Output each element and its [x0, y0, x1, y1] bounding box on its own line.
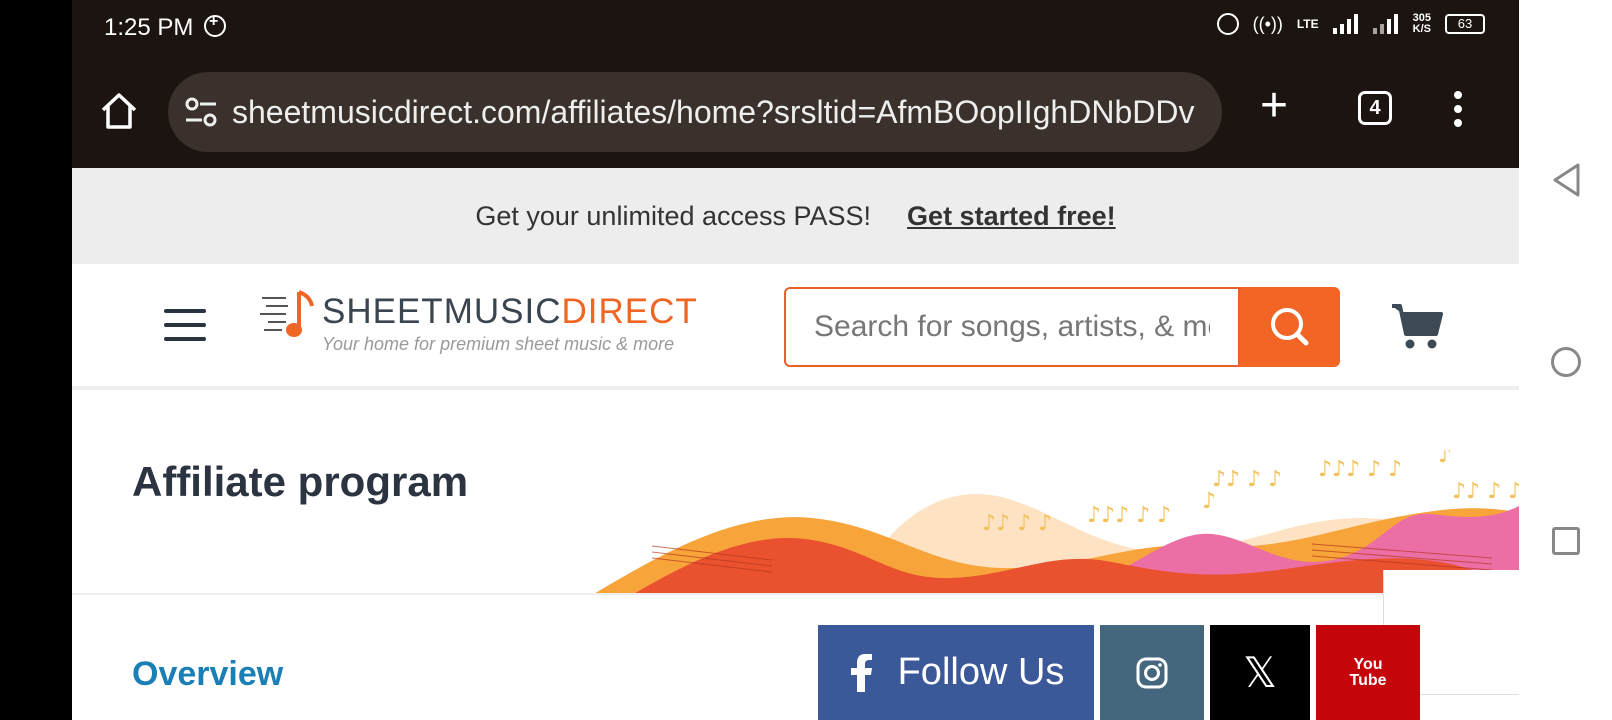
instagram-icon [1136, 657, 1168, 688]
cart-icon[interactable] [1390, 300, 1444, 352]
signal-icon-2 [1372, 14, 1399, 34]
svg-text:♪♪♪ ♪ ♪: ♪♪♪ ♪ ♪ [1318, 457, 1402, 482]
music-waves-illustration: ♪♪ ♪ ♪ ♪♪♪ ♪ ♪ ♪ ♪♪ ♪ ♪ ♪♪♪ ♪ ♪ ♪ ♪♪ ♪ ♪ [595, 450, 1519, 593]
alarm-icon [1216, 13, 1239, 35]
svg-text:♪♪ ♪ ♪: ♪♪ ♪ ♪ [1212, 467, 1282, 492]
home-icon[interactable] [98, 90, 140, 132]
signal-icon [1332, 14, 1359, 34]
search-button[interactable] [1240, 287, 1340, 367]
social-follow-bar: Follow Us 𝕏 You Tube [818, 625, 1420, 720]
search-icon [1271, 308, 1309, 346]
promo-banner: Get your unlimited access PASS! Get star… [72, 168, 1519, 264]
whatsapp-icon [204, 13, 226, 37]
follow-us-label: Follow Us [897, 651, 1065, 693]
browser-menu-icon[interactable] [1452, 91, 1464, 131]
home-nav-icon[interactable] [1551, 347, 1581, 377]
youtube-label-top: You [1353, 655, 1383, 673]
svg-text:♪♪ ♪ ♪: ♪♪ ♪ ♪ [982, 511, 1052, 536]
instagram-button[interactable] [1100, 625, 1204, 720]
recent-apps-icon[interactable] [1552, 527, 1580, 555]
overview-heading: Overview [132, 655, 284, 693]
svg-text:♪♪♪ ♪ ♪: ♪♪♪ ♪ ♪ [1087, 503, 1171, 528]
system-icons: ((•)) LTE 305 K/S 63 [1216, 13, 1485, 35]
youtube-icon: You Tube [1349, 655, 1387, 689]
svg-text:♪: ♪ [1202, 489, 1216, 514]
hamburger-menu-icon[interactable] [164, 309, 206, 341]
logo-tagline: Your home for premium sheet music & more [322, 334, 675, 354]
lte-indicator: LTE [1296, 16, 1319, 31]
page-title: Affiliate program [132, 458, 469, 505]
address-bar[interactable]: sheetmusicdirect.com/affiliates/home?srs… [168, 72, 1222, 152]
facebook-icon [850, 653, 872, 692]
status-time: 1:25 PM [104, 14, 194, 41]
promo-text: Get your unlimited access PASS! [475, 200, 872, 231]
hotspot-icon: ((•)) [1252, 13, 1283, 34]
new-tab-button[interactable]: + [1254, 82, 1294, 130]
logo-wordmark-part2: DIRECT [561, 292, 698, 331]
battery-icon: 63 [1445, 14, 1485, 34]
status-bar: 1:25 PM ((•)) LTE 305 K/S 63 [72, 0, 1519, 55]
android-nav-bar [1519, 0, 1612, 720]
speed-unit: K/S [1412, 23, 1431, 35]
back-icon[interactable] [1551, 162, 1581, 198]
x-twitter-button[interactable]: 𝕏 [1210, 625, 1310, 720]
search-box [784, 287, 1240, 367]
logo-wordmark: SHEETMUSICDIRECT [322, 292, 698, 332]
site-logo[interactable]: SHEETMUSICDIRECT Your home for premium s… [258, 288, 698, 358]
hero-banner: Affiliate program ♪♪ ♪ ♪ ♪♪♪ ♪ ♪ ♪ ♪♪ ♪ … [72, 390, 1519, 595]
get-started-link[interactable]: Get started free! [907, 201, 1116, 232]
svg-text:♪: ♪ [1438, 450, 1452, 468]
youtube-label-bottom: Tube [1349, 671, 1387, 689]
main-content: Overview Follow Us 𝕏 You Tube [72, 570, 1519, 720]
youtube-button[interactable]: You Tube [1316, 625, 1420, 720]
browser-toolbar: sheetmusicdirect.com/affiliates/home?srs… [72, 55, 1519, 168]
logo-wordmark-part1: SHEETMUSIC [322, 292, 562, 331]
network-speed: 305 K/S [1413, 13, 1431, 35]
x-icon: 𝕏 [1243, 649, 1277, 696]
search-input[interactable] [786, 289, 1238, 365]
svg-text:♪♪ ♪ ♪: ♪♪ ♪ ♪ [1452, 479, 1519, 504]
site-header: SHEETMUSICDIRECT Your home for premium s… [72, 264, 1519, 390]
phone-screen: 1:25 PM ((•)) LTE 305 K/S 63 [72, 0, 1519, 720]
facebook-follow-button[interactable]: Follow Us [818, 625, 1094, 720]
logo-note-icon [260, 290, 314, 337]
tab-switcher-button[interactable]: 4 [1358, 91, 1392, 125]
site-settings-icon[interactable] [184, 96, 218, 128]
url-text[interactable]: sheetmusicdirect.com/affiliates/home?srs… [232, 94, 1212, 131]
